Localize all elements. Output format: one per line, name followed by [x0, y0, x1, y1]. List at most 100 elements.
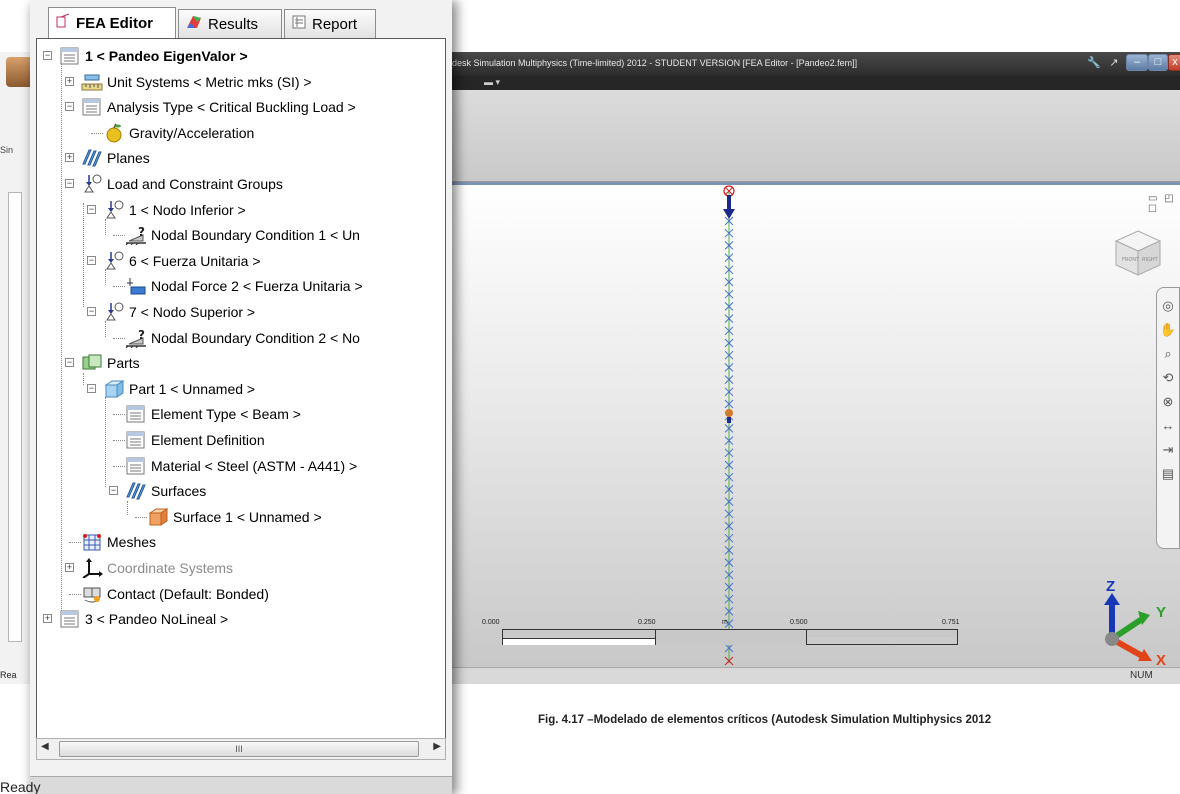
- tree-node-label: Unit Systems < Metric mks (SI) >: [107, 73, 312, 90]
- maximize-button[interactable]: □: [1148, 54, 1168, 71]
- view-options-icon[interactable]: ▤: [1157, 462, 1179, 486]
- triad-x-label: X: [1156, 652, 1166, 667]
- tab-label: Results: [208, 15, 259, 33]
- scale-unit: m: [722, 619, 728, 626]
- collapse-icon[interactable]: −: [65, 179, 74, 188]
- collapse-icon[interactable]: −: [109, 486, 118, 496]
- scrollbar-thumb[interactable]: III: [59, 741, 419, 757]
- load-group-icon: [103, 251, 125, 271]
- ruler-icon: [81, 72, 103, 92]
- expand-icon[interactable]: +: [65, 563, 74, 572]
- parts-icon: [81, 353, 103, 373]
- tree-node-label: Element Definition: [151, 432, 265, 448]
- tree-node[interactable]: Contact (Default: Bonded): [69, 582, 269, 606]
- tree-node[interactable]: − 1 < Pandeo EigenValor >: [43, 44, 248, 68]
- tree-node-label: Material < Steel (ASTM - A441) >: [151, 457, 358, 474]
- triad-z-label: Z: [1106, 581, 1115, 595]
- tab-fea-editor[interactable]: FEA Editor: [48, 7, 176, 38]
- collapse-icon[interactable]: −: [87, 204, 96, 214]
- tree-node[interactable]: + Coordinate Systems: [65, 556, 234, 580]
- svg-text:?: ?: [138, 225, 145, 239]
- tree-node[interactable]: + Planes: [65, 146, 150, 170]
- collapse-icon[interactable]: −: [43, 51, 52, 60]
- planes-icon: [81, 148, 103, 168]
- window-title: desk Simulation Multiphysics (Time-limit…: [452, 58, 858, 68]
- fit-width-icon[interactable]: ↔: [1157, 414, 1179, 438]
- horizontal-scrollbar[interactable]: ◀ III ▶: [36, 738, 446, 760]
- tab-report[interactable]: Report: [284, 9, 376, 38]
- svg-text:RIGHT: RIGHT: [1142, 257, 1159, 263]
- fea-editor-icon: [55, 13, 71, 33]
- scroll-left-arrow-icon[interactable]: ◀: [41, 741, 49, 752]
- orbit-icon[interactable]: ⟲: [1157, 366, 1179, 390]
- look-at-icon[interactable]: ⊗: [1157, 390, 1179, 414]
- coordinate-triad-icon: Z Y X: [1104, 581, 1166, 667]
- svg-text:?: ?: [138, 328, 145, 342]
- navigation-bar: ◎ ✋ ⌕ ⟲ ⊗ ↔ ⇥ ▤: [1156, 287, 1180, 549]
- collapse-icon[interactable]: −: [65, 358, 74, 368]
- tab-results[interactable]: Results: [178, 9, 282, 38]
- beam-model[interactable]: [712, 185, 746, 667]
- scale-bar-frame: [502, 629, 958, 645]
- scroll-right-arrow-icon[interactable]: ▶: [433, 741, 441, 752]
- tree-node[interactable]: ? Nodal Boundary Condition 2 < No: [113, 326, 360, 350]
- tree-node[interactable]: +3 < Pandeo NoLineal >: [43, 607, 228, 631]
- viewport-window-controls[interactable]: ▭ ◰ ☐: [1148, 193, 1180, 215]
- tree-node[interactable]: − Load and Constraint Groups: [65, 172, 283, 196]
- pan-hand-icon[interactable]: ✋: [1157, 318, 1179, 342]
- help-icon[interactable]: ↗: [1106, 56, 1122, 70]
- load-group-icon: [103, 302, 125, 322]
- collapse-icon[interactable]: −: [87, 307, 96, 316]
- toolbar-dropdown-icon[interactable]: ▬ ▾: [484, 77, 500, 88]
- tree-node-label: Surfaces: [151, 483, 207, 500]
- tree-node[interactable]: Element Definition: [113, 428, 265, 452]
- tree-node-label: 1 < Nodo Inferior >: [129, 201, 246, 218]
- fit-height-icon[interactable]: ⇥: [1157, 438, 1179, 462]
- viewcube-icon[interactable]: FRONT RIGHT: [1112, 227, 1164, 279]
- figure-caption: Fig. 4.17 –Modelado de elementos crítico…: [538, 714, 992, 726]
- tree-node[interactable]: − 7 < Nodo Superior >: [87, 300, 255, 324]
- tree-node-label: 6 < Fuerza Unitaria >: [129, 252, 261, 269]
- tree-node-label: Nodal Boundary Condition 1 < Un: [151, 227, 360, 244]
- scale-label-0: 0.000: [482, 619, 500, 626]
- tree-node[interactable]: Element Type < Beam >: [113, 402, 301, 426]
- analysis-doc-icon: [125, 456, 147, 476]
- collapse-icon[interactable]: −: [87, 383, 96, 393]
- tree-node[interactable]: − Parts: [65, 351, 140, 375]
- tree-node[interactable]: − Part 1 < Unnamed >: [87, 377, 256, 401]
- mesh-icon: [81, 532, 103, 552]
- close-button[interactable]: x: [1168, 54, 1180, 71]
- zoom-window-icon[interactable]: ⌕: [1157, 342, 1179, 366]
- scale-label-1: 0.250: [638, 619, 656, 626]
- tree-node[interactable]: ? Nodal Boundary Condition 1 < Un: [113, 223, 360, 247]
- tree-node[interactable]: Meshes: [69, 530, 157, 554]
- coordinate-axes-icon: [81, 558, 103, 579]
- tree-node-label: Coordinate Systems: [107, 560, 234, 576]
- tree-node[interactable]: − Analysis Type < Critical Buckling Load …: [65, 95, 356, 119]
- minimize-button[interactable]: –: [1126, 54, 1148, 71]
- tree-node[interactable]: + Unit Systems < Metric mks (SI) >: [65, 70, 312, 94]
- tree-node-label: Part 1 < Unnamed >: [129, 380, 256, 397]
- tree-node-label: Meshes: [107, 534, 157, 551]
- load-group-icon: [81, 174, 103, 194]
- tree-node[interactable]: Surface 1 < Unnamed >: [135, 505, 322, 529]
- tree-node-label: Surface 1 < Unnamed >: [173, 508, 322, 525]
- expand-icon[interactable]: +: [43, 614, 52, 624]
- screenshot-stage: desk Simulation Multiphysics (Time-limit…: [0, 0, 1180, 794]
- tree-node-label: Contact (Default: Bonded): [107, 585, 269, 602]
- expand-icon[interactable]: +: [65, 153, 74, 163]
- tree-node-label: Gravity/Acceleration: [129, 124, 255, 141]
- tree-node[interactable]: Nodal Force 2 < Fuerza Unitaria >: [113, 274, 363, 298]
- tree-node[interactable]: − Surfaces: [109, 479, 207, 503]
- ribbon-tab-label: Sin: [0, 145, 14, 155]
- steering-wheel-icon[interactable]: ◎: [1157, 294, 1179, 318]
- wrench-icon[interactable]: 🔧: [1086, 56, 1102, 70]
- tree-node-label: Analysis Type < Critical Buckling Load >: [107, 99, 356, 116]
- collapse-icon[interactable]: −: [65, 102, 74, 112]
- collapse-icon[interactable]: −: [87, 255, 96, 265]
- tree-node[interactable]: Material < Steel (ASTM - A441) >: [113, 454, 358, 478]
- tree-node[interactable]: − 1 < Nodo Inferior >: [87, 198, 246, 222]
- tree-node[interactable]: − 6 < Fuerza Unitaria >: [87, 249, 261, 273]
- tree-node[interactable]: Gravity/Acceleration: [91, 121, 255, 145]
- expand-icon[interactable]: +: [65, 76, 74, 86]
